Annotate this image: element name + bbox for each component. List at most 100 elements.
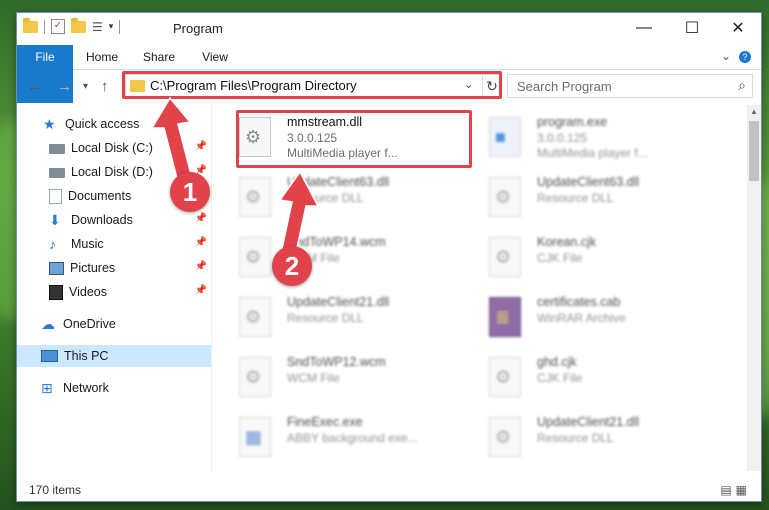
- dll-file-icon: [239, 297, 271, 337]
- pin-icon[interactable]: 📌: [195, 141, 207, 152]
- recent-locations-icon[interactable]: ▾: [83, 81, 88, 92]
- explorer-window: ✓ ☰ ▾ Program — ☐ ✕ File Home Share View…: [16, 12, 762, 502]
- sidebar-item-label: Quick access: [65, 117, 140, 131]
- sidebar-item-videos[interactable]: Videos 📌: [17, 281, 211, 303]
- file-name: UpdateClient63.dll: [287, 175, 390, 189]
- drive-icon: [49, 144, 65, 154]
- videos-icon: [49, 284, 63, 300]
- cjk-file-icon: [489, 357, 521, 397]
- exe-file-icon: [239, 417, 271, 457]
- sidebar-item-music[interactable]: ♪ Music 📌: [17, 233, 211, 255]
- file-type: WCM File: [287, 371, 340, 385]
- file-type: CJK File: [537, 251, 583, 265]
- dll-file-icon: [489, 177, 521, 217]
- divider: [44, 19, 45, 34]
- customize-icon[interactable]: ☰: [92, 20, 103, 34]
- dll-file-icon: [239, 177, 271, 217]
- vertical-scrollbar[interactable]: ▲: [747, 105, 761, 471]
- list-item[interactable]: FineExec.exe ABBY background exe...: [217, 409, 457, 467]
- search-icon[interactable]: ⌕: [738, 77, 746, 94]
- sidebar-item-label: Pictures: [70, 261, 116, 275]
- sidebar-item-onedrive[interactable]: ☁ OneDrive: [17, 313, 211, 335]
- close-button[interactable]: ✕: [715, 13, 761, 43]
- search-box[interactable]: Search Program ⌕: [507, 74, 753, 98]
- minimize-button[interactable]: —: [621, 13, 667, 43]
- view-toggle-icons[interactable]: ▤▦: [720, 483, 751, 497]
- tab-home[interactable]: Home: [79, 45, 125, 69]
- sidebar-item-downloads[interactable]: ⬇ Downloads 📌: [17, 209, 211, 231]
- pin-icon[interactable]: 📌: [195, 213, 207, 224]
- sidebar-item-quick-access[interactable]: ★ Quick access: [17, 113, 211, 135]
- wcm-file-icon: [239, 237, 271, 277]
- file-description: MultiMedia player f...: [537, 146, 648, 160]
- download-icon: ⬇: [49, 212, 61, 228]
- file-type: Resource DLL: [537, 191, 614, 205]
- address-highlight-box: [122, 71, 502, 99]
- list-item[interactable]: UpdateClient21.dll Resource DLL: [467, 409, 707, 467]
- sidebar-item-label: Music: [71, 237, 104, 251]
- list-item[interactable]: ghd.cjk CJK File: [467, 349, 707, 407]
- file-type: Resource DLL: [287, 311, 364, 325]
- sidebar-item-label: Local Disk (C:): [71, 141, 153, 155]
- quick-access-toolbar: ✓ ☰ ▾: [23, 17, 121, 34]
- cloud-icon: ☁: [41, 316, 55, 332]
- music-icon: ♪: [49, 236, 56, 252]
- forward-arrow-icon[interactable]: →: [57, 78, 72, 95]
- list-item[interactable]: SndToWP12.wcm WCM File: [217, 349, 457, 407]
- navigation-bar: ← → ▾ ↑ C:\Program Files\Program Directo…: [17, 70, 761, 102]
- properties-icon[interactable]: ✓: [51, 19, 65, 34]
- chevron-down-icon[interactable]: ⌄: [721, 49, 731, 63]
- list-item[interactable]: UpdateClient63.dll Resource DLL: [217, 169, 457, 227]
- sidebar-item-label: Downloads: [71, 213, 133, 227]
- back-arrow-icon[interactable]: ←: [27, 78, 42, 95]
- wcm-file-icon: [239, 357, 271, 397]
- window-title: Program: [173, 21, 223, 36]
- list-item[interactable]: Korean.cjk CJK File: [467, 229, 707, 287]
- chevron-down-icon[interactable]: ▾: [109, 21, 114, 32]
- maximize-button[interactable]: ☐: [669, 13, 715, 43]
- folder-icon[interactable]: [23, 17, 38, 33]
- star-icon: ★: [43, 116, 56, 132]
- search-input[interactable]: Search Program: [517, 79, 612, 94]
- tab-view[interactable]: View: [193, 45, 237, 69]
- sidebar-item-label: Documents: [68, 189, 132, 203]
- file-name: SndToWP12.wcm: [287, 355, 386, 369]
- help-icon[interactable]: ?: [739, 51, 751, 63]
- file-type: ABBY background exe...: [287, 431, 418, 445]
- ribbon-tabs: File Home Share View ⌄ ?: [17, 45, 761, 103]
- list-item[interactable]: SndToWP14.wcm WCM File: [217, 229, 457, 287]
- list-item[interactable]: UpdateClient21.dll Resource DLL: [217, 289, 457, 347]
- callout-badge-1: 1: [170, 172, 210, 212]
- new-folder-icon[interactable]: [71, 17, 86, 33]
- scrollbar-thumb[interactable]: [749, 121, 759, 181]
- callout-badge-2: 2: [272, 246, 312, 286]
- pictures-icon: [49, 261, 64, 275]
- navigation-pane: ★ Quick access Local Disk (C:) 📌 Local D…: [17, 105, 212, 471]
- list-item[interactable]: program.exe 3.0.0.125 MultiMedia player …: [467, 109, 707, 167]
- archive-file-icon: [489, 297, 521, 337]
- file-type: Resource DLL: [287, 191, 364, 205]
- pin-icon[interactable]: 📌: [195, 237, 207, 248]
- title-bar: ✓ ☰ ▾ Program — ☐ ✕: [17, 13, 761, 45]
- status-bar: 170 items ▤▦: [17, 479, 761, 501]
- tab-share[interactable]: Share: [135, 45, 183, 69]
- file-name: Korean.cjk: [537, 235, 597, 249]
- sidebar-item-network[interactable]: ⊞ Network: [17, 377, 211, 399]
- sidebar-item-label: Local Disk (D:): [71, 165, 153, 179]
- pin-icon[interactable]: 📌: [195, 285, 207, 296]
- scroll-up-icon[interactable]: ▲: [750, 107, 758, 116]
- list-item[interactable]: UpdateClient63.dll Resource DLL: [467, 169, 707, 227]
- up-arrow-icon[interactable]: ↑: [101, 78, 109, 95]
- file-name: ghd.cjk: [537, 355, 577, 369]
- file-version: 3.0.0.125: [537, 131, 588, 145]
- computer-icon: [41, 350, 58, 362]
- sidebar-item-label: OneDrive: [63, 317, 116, 331]
- sidebar-item-label: Network: [63, 381, 109, 395]
- drive-icon: [49, 168, 65, 178]
- list-item[interactable]: certificates.cab WinRAR Archive: [467, 289, 707, 347]
- documents-icon: [49, 188, 62, 204]
- sidebar-item-pictures[interactable]: Pictures 📌: [17, 257, 211, 279]
- pin-icon[interactable]: 📌: [195, 261, 207, 272]
- sidebar-item-this-pc[interactable]: This PC: [17, 345, 211, 367]
- sidebar-item-local-disk-c[interactable]: Local Disk (C:) 📌: [17, 137, 211, 159]
